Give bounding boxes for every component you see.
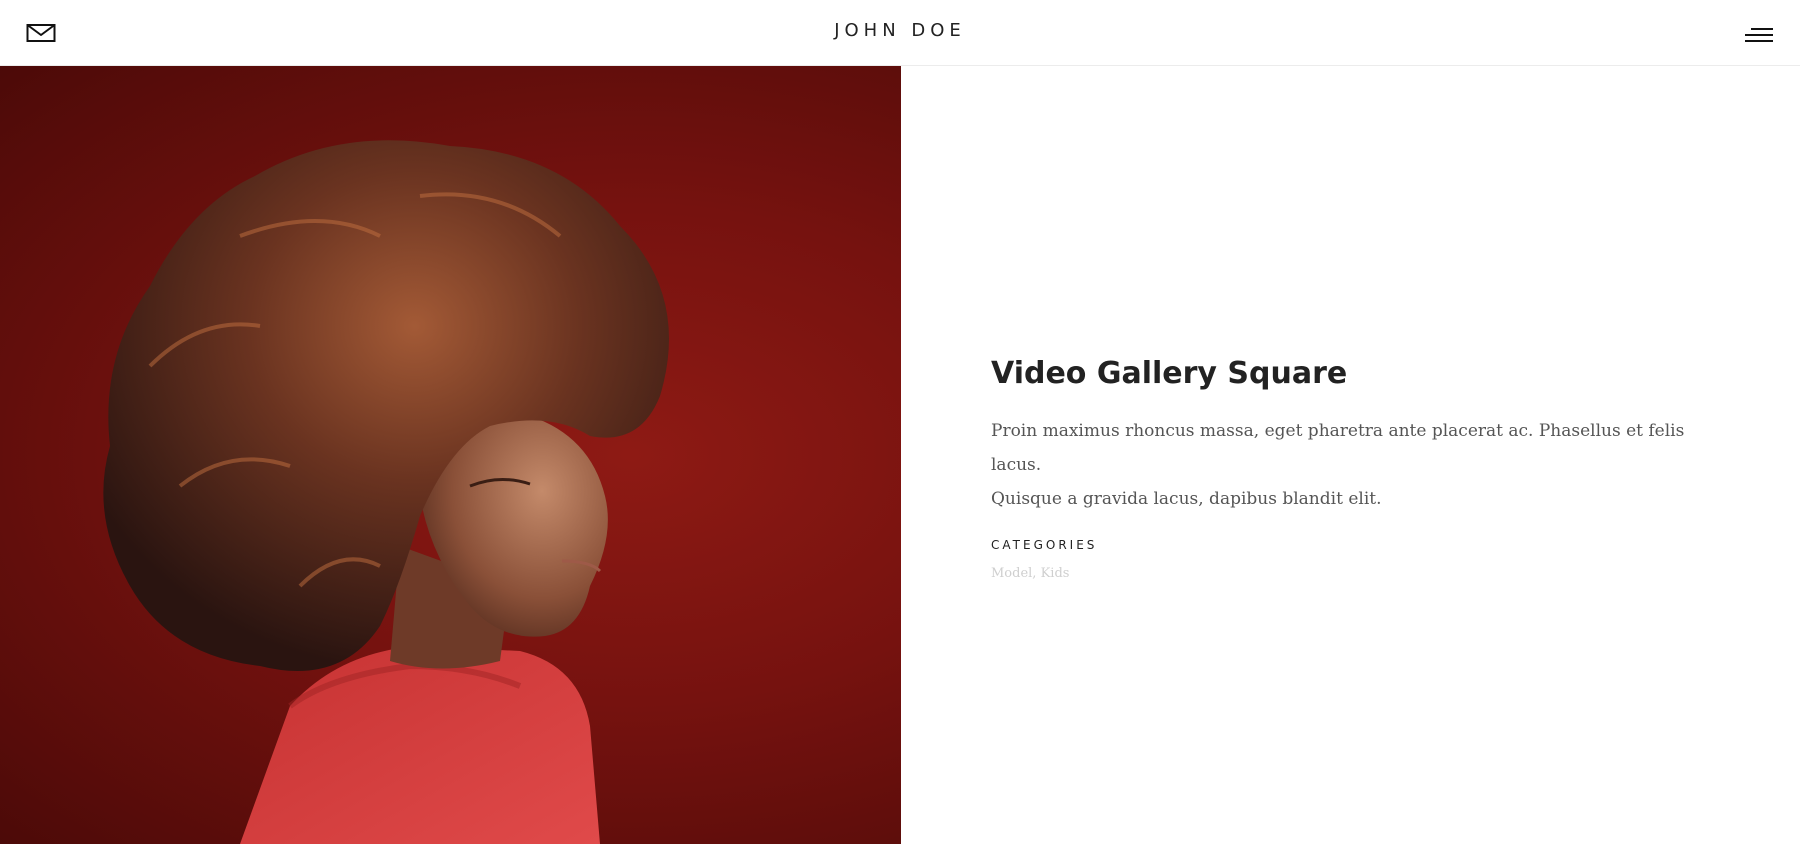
- categories-label: CATEGORIES: [991, 538, 1098, 552]
- hero-image: [0, 66, 901, 844]
- post-description-line-2: Quisque a gravida lacus, dapibus blandit…: [991, 489, 1382, 509]
- post-description: Proin maximus rhoncus massa, eget pharet…: [991, 414, 1711, 516]
- post-content: Video Gallery Square Proin maximus rhonc…: [991, 354, 1711, 581]
- post-description-line-1: Proin maximus rhoncus massa, eget pharet…: [991, 421, 1685, 475]
- categories-value[interactable]: Model, Kids: [991, 566, 1711, 581]
- site-title[interactable]: JOHN DOE: [0, 20, 1800, 41]
- menu-button[interactable]: [1743, 26, 1773, 46]
- mail-button[interactable]: [26, 22, 58, 46]
- site-header: JOHN DOE: [0, 0, 1800, 66]
- portrait-photo: [103, 140, 670, 844]
- envelope-icon: [26, 24, 56, 42]
- post-title: Video Gallery Square: [991, 356, 1348, 391]
